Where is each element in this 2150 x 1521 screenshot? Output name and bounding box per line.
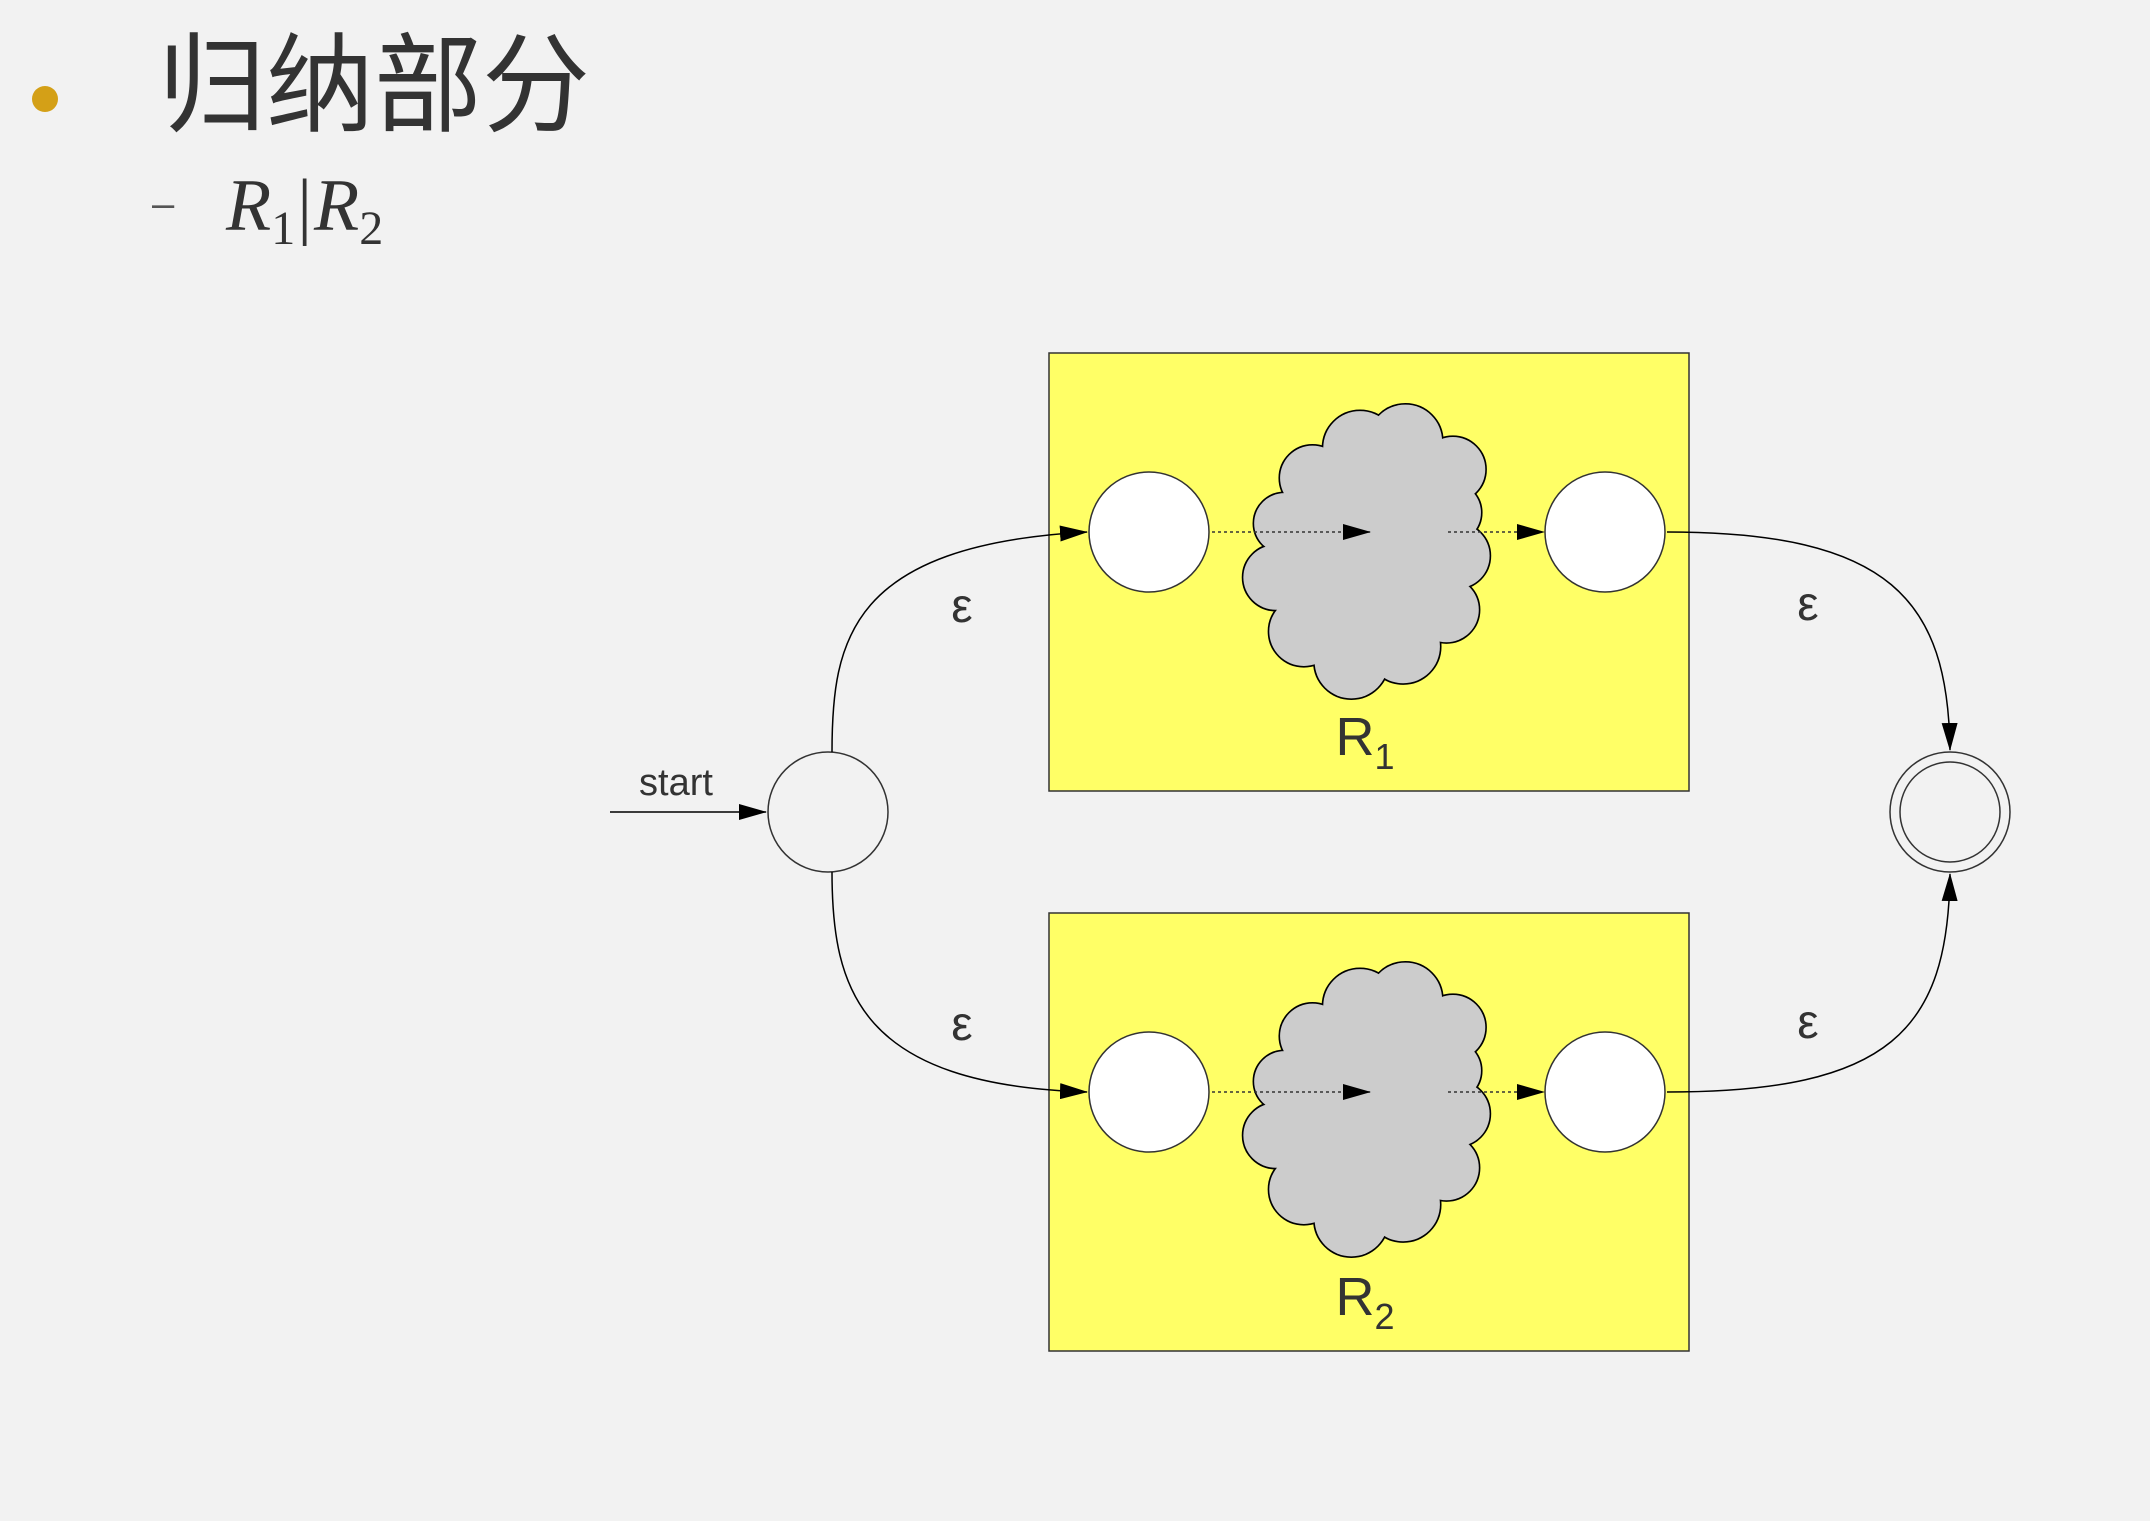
r2-final-state [1544, 1031, 1666, 1153]
epsilon-label-top-right: ε [1797, 578, 1818, 631]
start-state [767, 751, 889, 873]
epsilon-label-bottom-left: ε [951, 998, 972, 1051]
r2-start-state [1088, 1031, 1210, 1153]
epsilon-edge-r2-to-accept [1666, 873, 1958, 1093]
r1-final-state [1544, 471, 1666, 593]
accept-state-inner [1899, 761, 2001, 863]
start-label: start [639, 762, 713, 804]
nfa-union-diagram: start ε ε ε ε R1 R2 [610, 352, 2011, 1352]
epsilon-edge-r1-to-accept [1666, 531, 1958, 751]
box-label-r2-main: R [1335, 1267, 1374, 1327]
box-label-r1-sub: 1 [1374, 736, 1394, 777]
r1-start-state [1088, 471, 1210, 593]
epsilon-label-top-left: ε [951, 580, 972, 633]
epsilon-label-bottom-right: ε [1797, 996, 1818, 1049]
box-label-r2-sub: 2 [1374, 1296, 1394, 1337]
box-label-r1-main: R [1335, 707, 1374, 767]
